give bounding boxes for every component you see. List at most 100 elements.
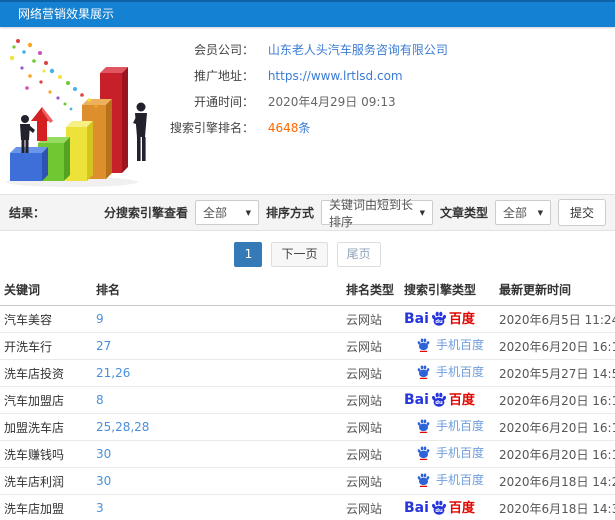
promo-url-link[interactable]: https://www.lrtlsd.com [268, 69, 403, 83]
engine-type-cell: Bai du 百度 [400, 305, 495, 333]
keyword-cell: 汽车加盟店 [0, 386, 92, 414]
engine-rank-row: 搜索引擎排名： 4648条 [158, 115, 448, 141]
engine-type-cell: 手机百度 [400, 359, 495, 387]
rank-type-cell: 云网站 [342, 413, 400, 441]
mobile-baidu-logo: 手机百度 [416, 472, 484, 487]
rank-type-cell: 云网站 [342, 386, 400, 414]
updated-time-cell: 2020年6月20日 16:11 [495, 413, 615, 441]
chevron-down-icon: ▼ [419, 208, 425, 217]
table-row: 加盟洗车店 25,28,28 云网站 手机百度 2020年6月20日 16:11 [0, 413, 615, 441]
submit-button[interactable]: 提交 [557, 199, 606, 226]
rank-cell: 30 [92, 467, 342, 495]
rank-cell: 9 [92, 305, 342, 333]
rank-link[interactable]: 8 [96, 393, 104, 407]
marketing-chart-image [0, 31, 165, 189]
engine-filter-select[interactable]: 全部 ▼ [194, 200, 259, 225]
baidu-latin-text: Bai [404, 392, 429, 408]
keyword-cell: 洗车赚钱吗 [0, 440, 92, 468]
last-page-button[interactable]: 尾页 [336, 242, 381, 267]
promo-url-row: 推广地址： https://www.lrtlsd.com [158, 63, 448, 89]
baidu-paw-icon: du [431, 392, 446, 407]
table-row: 洗车赚钱吗 30 云网站 手机百度 2020年6月20日 16:12 [0, 440, 615, 468]
mobile-baidu-label: 手机百度 [436, 364, 485, 379]
column-header-1: 排名 [92, 276, 342, 306]
rank-link[interactable]: 27 [96, 339, 111, 353]
page-title: 网络营销效果展示 [18, 7, 115, 21]
article-type-value: 全部 [502, 206, 527, 220]
rank-cell: 27 [92, 332, 342, 360]
updated-time-cell: 2020年6月20日 16:16 [495, 332, 615, 360]
table-header-row: 关键词 排名 排名类型 搜索引擎类型 最新更新时间 [0, 276, 615, 306]
keyword-cell: 洗车店利润 [0, 467, 92, 495]
column-header-0: 关键词 [0, 276, 92, 306]
engine-type-cell: 手机百度 [400, 440, 495, 468]
account-info-section: 会员公司： 山东老人头汽车服务咨询有限公司 推广地址： https://www.… [0, 27, 615, 194]
businessman-right-figure [133, 102, 147, 161]
mobile-baidu-label: 手机百度 [436, 472, 485, 487]
mobile-baidu-label: 手机百度 [436, 418, 485, 433]
page-title-bar: 网络营销效果展示 [0, 0, 615, 27]
rank-cell: 25,28,28 [92, 413, 342, 441]
rank-type-cell: 云网站 [342, 359, 400, 387]
baidu-paw-icon: du [431, 311, 446, 326]
baidu-paw-icon [417, 473, 430, 487]
open-time-label: 开通时间： [193, 95, 254, 109]
keyword-cell: 汽车美容 [0, 305, 92, 333]
rank-type-cell: 云网站 [342, 305, 400, 333]
baidu-logo: Bai du 百度 [404, 499, 475, 517]
chevron-down-icon: ▼ [245, 208, 251, 217]
rank-link[interactable]: 21,26 [96, 366, 130, 380]
table-row: 洗车店利润 30 云网站 手机百度 2020年6月18日 14:27 [0, 467, 615, 495]
baidu-paw-icon: du [431, 500, 446, 515]
table-row: 开洗车行 27 云网站 手机百度 2020年6月20日 16:16 [0, 332, 615, 360]
filter-controls: 分搜索引擎查看 全部 ▼ 排序方式 关键词由短到长排序 ▼ 文章类型 全部 ▼ … [104, 198, 606, 229]
sort-filter-value: 关键词由短到长排序 [328, 197, 413, 229]
column-header-4: 最新更新时间 [495, 276, 615, 306]
svg-text:du: du [435, 400, 443, 406]
account-info-list: 会员公司： 山东老人头汽车服务咨询有限公司 推广地址： https://www.… [158, 37, 448, 141]
table-row: 汽车美容 9 云网站 Bai du 百度 2020年6月5日 11:24 [0, 305, 615, 333]
baidu-chinese-text: 百度 [448, 311, 475, 327]
engine-type-cell: Bai du 百度 [400, 494, 495, 520]
filter-bar: 结果： 分搜索引擎查看 全部 ▼ 排序方式 关键词由短到长排序 ▼ 文章类型 全… [0, 194, 615, 231]
result-label: 结果： [9, 206, 46, 220]
sort-filter-select[interactable]: 关键词由短到长排序 ▼ [320, 198, 433, 229]
updated-time-cell: 2020年6月20日 16:12 [495, 440, 615, 468]
updated-time-cell: 2020年6月18日 14:30 [495, 494, 615, 520]
pagination: 1 下一页 尾页 [0, 231, 615, 276]
table-row: 汽车加盟店 8 云网站 Bai du 百度 2020年6月20日 16:12 [0, 386, 615, 414]
table-row: 洗车店加盟 3 云网站 Bai du 百度 2020年6月18日 14:30 [0, 494, 615, 520]
baidu-paw-icon [417, 365, 430, 379]
rank-link[interactable]: 25,28,28 [96, 420, 149, 434]
baidu-latin-text: Bai [404, 311, 429, 327]
keyword-ranking-table: 关键词 排名 排名类型 搜索引擎类型 最新更新时间 汽车美容 9 云网站 Bai du 百度… [0, 276, 615, 520]
member-company-link[interactable]: 山东老人头汽车服务咨询有限公司 [268, 43, 448, 57]
rank-type-cell: 云网站 [342, 440, 400, 468]
engine-type-cell: 手机百度 [400, 467, 495, 495]
promo-url-label: 推广地址： [193, 69, 254, 83]
rank-cell: 21,26 [92, 359, 342, 387]
article-type-select[interactable]: 全部 ▼ [494, 200, 551, 225]
sort-filter-label: 排序方式 [265, 206, 314, 220]
rank-link[interactable]: 3 [96, 501, 104, 515]
engine-rank-count: 4648 [267, 121, 299, 135]
rank-type-cell: 云网站 [342, 494, 400, 520]
confetti-dots [9, 39, 98, 111]
table-row: 洗车店投资 21,26 云网站 手机百度 2020年5月27日 14:58 [0, 359, 615, 387]
next-page-button[interactable]: 下一页 [271, 242, 328, 267]
mobile-baidu-label: 手机百度 [436, 337, 485, 352]
rank-cell: 3 [92, 494, 342, 520]
member-company-label: 会员公司： [193, 43, 254, 57]
column-header-3: 搜索引擎类型 [400, 276, 495, 306]
open-time-value: 2020年4月29日 09:13 [267, 95, 396, 109]
engine-type-cell: 手机百度 [400, 332, 495, 360]
rank-cell: 8 [92, 386, 342, 414]
rank-type-cell: 云网站 [342, 467, 400, 495]
rank-link[interactable]: 30 [96, 447, 111, 461]
mobile-baidu-logo: 手机百度 [416, 337, 484, 352]
baidu-paw-icon [417, 338, 430, 352]
rank-link[interactable]: 9 [96, 312, 104, 326]
page-button-1[interactable]: 1 [234, 242, 263, 267]
open-time-row: 开通时间： 2020年4月29日 09:13 [158, 89, 448, 115]
rank-link[interactable]: 30 [96, 474, 111, 488]
